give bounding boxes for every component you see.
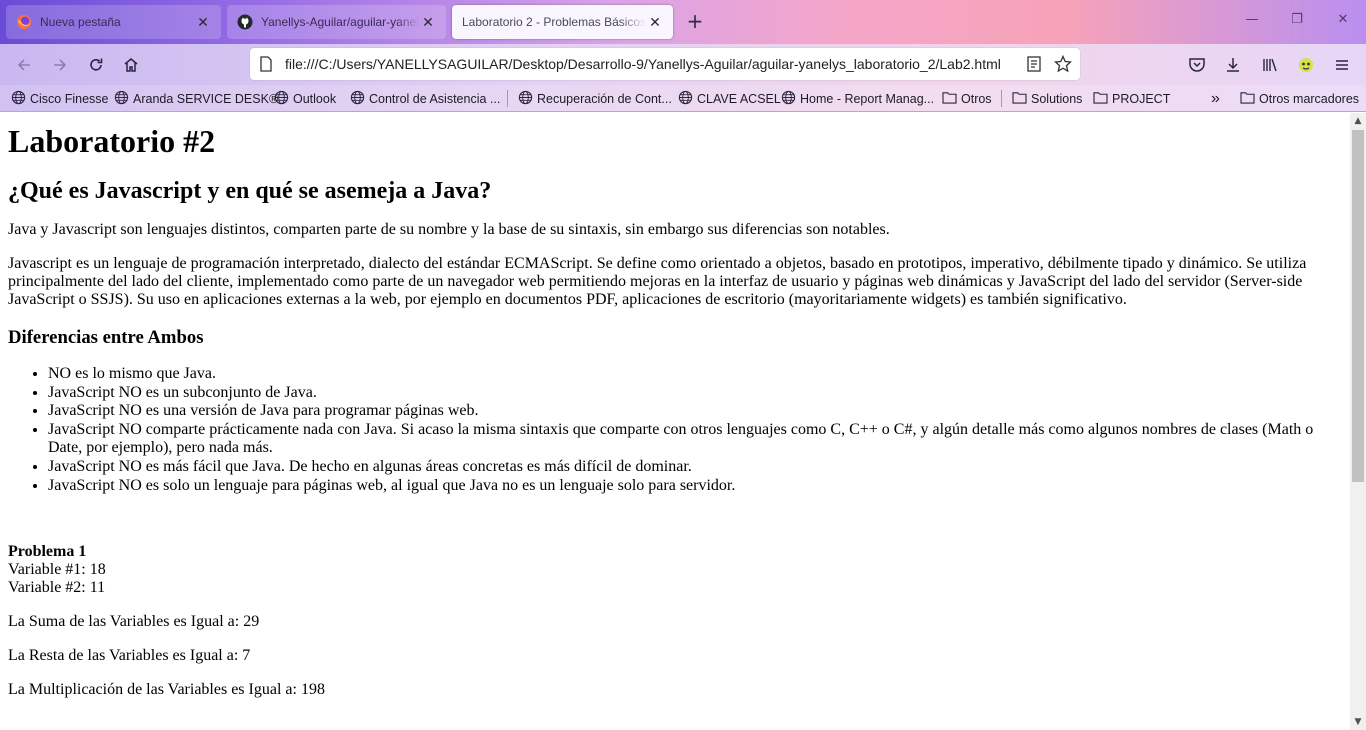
- close-icon[interactable]: ✕: [647, 14, 663, 31]
- bookmark-label: Outlook: [293, 92, 337, 106]
- tab-github[interactable]: Yanellys-Aguilar/aguilar-yanelys_laborat…: [227, 5, 446, 39]
- bookmark-label: Recuperación de Cont...: [537, 92, 672, 106]
- page-content: Laboratorio #2 ¿Qué es Javascript y en q…: [0, 113, 1350, 730]
- globe-icon: [11, 90, 26, 108]
- list-item: JavaScript NO es más fácil que Java. De …: [48, 458, 1342, 477]
- bookmark-label: Otros: [961, 92, 992, 106]
- url-text[interactable]: file:///C:/Users/YANELLYSAGUILAR/Desktop…: [285, 56, 1001, 72]
- star-icon[interactable]: [1053, 54, 1073, 77]
- restore-icon[interactable]: ❐: [1287, 12, 1307, 32]
- bookmark-cisco-finesse[interactable]: Cisco Finesse: [11, 90, 109, 108]
- variable-2: Variable #2: 11: [8, 579, 106, 597]
- chevron-double-icon: »: [1211, 90, 1220, 107]
- sum-result: La Suma de las Variables es Igual a: 29: [8, 613, 260, 631]
- tab-label: Nueva pestaña: [40, 15, 121, 29]
- bookmark-outlook[interactable]: Outlook: [274, 90, 336, 108]
- bookmark-recuperacion[interactable]: Recuperación de Cont...: [518, 90, 672, 108]
- description-paragraph: Javascript es un lenguaje de programació…: [8, 255, 1307, 308]
- list-item: JavaScript NO es un subconjunto de Java.: [48, 384, 1342, 403]
- bookmark-separator: [1001, 90, 1002, 107]
- globe-icon: [781, 90, 796, 108]
- difference-result: La Resta de las Variables es Igual a: 7: [8, 647, 251, 665]
- tab-strip: Nueva pestaña ✕ Yanellys-Aguilar/aguilar…: [0, 0, 1366, 44]
- page-icon: [259, 56, 273, 76]
- bookmark-separator: [507, 90, 508, 107]
- folder-icon: [1012, 91, 1027, 107]
- bookmarks-overflow-button[interactable]: »: [1211, 90, 1220, 108]
- bookmarks-toolbar: Cisco Finesse Aranda SERVICE DESK® Outlo…: [0, 85, 1366, 112]
- folder-icon: [1240, 91, 1255, 107]
- extension-icon[interactable]: [1294, 53, 1318, 77]
- globe-icon: [350, 90, 365, 108]
- bookmark-clave-acsel[interactable]: CLAVE ACSEL: [678, 90, 781, 108]
- home-icon[interactable]: [119, 53, 143, 77]
- list-item: JavaScript NO es una versión de Java par…: [48, 402, 1342, 421]
- scroll-down-arrow-icon[interactable]: ▼: [1350, 714, 1366, 730]
- bookmark-report-manager[interactable]: Home - Report Manag...: [781, 90, 934, 108]
- differences-list: NO es lo mismo que Java. JavaScript NO e…: [8, 365, 1342, 495]
- scroll-up-arrow-icon[interactable]: ▲: [1350, 113, 1366, 129]
- bookmark-folder-otros[interactable]: Otros: [942, 90, 992, 108]
- bookmark-folder-solutions[interactable]: Solutions: [1012, 90, 1082, 108]
- url-bar[interactable]: file:///C:/Users/YANELLYSAGUILAR/Desktop…: [250, 48, 1080, 80]
- problem-1-block: Problema 1 Variable #1: 18 Variable #2: …: [8, 543, 1342, 699]
- globe-icon: [274, 90, 289, 108]
- navigation-toolbar: file:///C:/Users/YANELLYSAGUILAR/Desktop…: [0, 44, 1366, 85]
- reader-view-icon[interactable]: [1027, 56, 1041, 76]
- globe-icon: [678, 90, 693, 108]
- list-item: JavaScript NO comparte prácticamente nad…: [48, 421, 1342, 458]
- vertical-scrollbar[interactable]: ▲ ▼: [1350, 113, 1366, 730]
- tab-label: Yanellys-Aguilar/aguilar-yanelys_laborat…: [261, 15, 420, 29]
- bookmark-label: PROJECT: [1112, 92, 1171, 106]
- bookmark-folder-otros-marcadores[interactable]: Otros marcadores: [1240, 90, 1359, 108]
- problem-title: Problema 1: [8, 543, 87, 561]
- library-icon[interactable]: [1258, 53, 1282, 77]
- download-icon[interactable]: [1221, 53, 1245, 77]
- section-heading: ¿Qué es Javascript y en qué se asemeja a…: [8, 178, 492, 204]
- bookmark-label: Aranda SERVICE DESK®: [133, 92, 279, 106]
- tab-laboratorio[interactable]: Laboratorio 2 - Problemas Básicos de Jav…: [452, 5, 673, 39]
- forward-arrow-icon[interactable]: [48, 53, 72, 77]
- tab-new-tab[interactable]: Nueva pestaña ✕: [6, 5, 221, 39]
- close-icon[interactable]: ✕: [195, 14, 211, 31]
- github-icon: [237, 14, 253, 30]
- folder-icon: [942, 91, 957, 107]
- intro-paragraph: Java y Javascript son lenguajes distinto…: [8, 221, 890, 238]
- page-title: Laboratorio #2: [8, 123, 216, 159]
- menu-icon[interactable]: [1330, 53, 1354, 77]
- list-item: JavaScript NO es solo un lenguaje para p…: [48, 477, 1342, 496]
- folder-icon: [1093, 91, 1108, 107]
- close-icon[interactable]: ✕: [420, 14, 436, 31]
- bookmark-label: Cisco Finesse: [30, 92, 109, 106]
- globe-icon: [114, 90, 129, 108]
- bookmark-control-asistencia[interactable]: Control de Asistencia ...: [350, 90, 500, 108]
- firefox-icon: [16, 14, 32, 30]
- tab-label: Laboratorio 2 - Problemas Básicos de Jav…: [462, 15, 647, 29]
- pocket-icon[interactable]: [1185, 53, 1209, 77]
- globe-icon: [518, 90, 533, 108]
- reload-icon[interactable]: [84, 53, 108, 77]
- close-window-icon[interactable]: ✕: [1333, 12, 1353, 32]
- differences-heading: Diferencias entre Ambos: [8, 327, 204, 348]
- list-item: NO es lo mismo que Java.: [48, 365, 1342, 384]
- back-arrow-icon[interactable]: [12, 53, 36, 77]
- multiplication-result: La Multiplicación de las Variables es Ig…: [8, 681, 325, 699]
- minimize-icon[interactable]: —: [1242, 12, 1262, 32]
- new-tab-button[interactable]: +: [684, 11, 706, 33]
- bookmark-label: Solutions: [1031, 92, 1083, 106]
- bookmark-label: Home - Report Manag...: [800, 92, 935, 106]
- bookmark-label: CLAVE ACSEL: [697, 92, 781, 106]
- bookmark-folder-project[interactable]: PROJECT: [1093, 90, 1170, 108]
- variable-1: Variable #1: 18: [8, 561, 106, 579]
- bookmark-aranda[interactable]: Aranda SERVICE DESK®: [114, 90, 278, 108]
- bookmark-label: Control de Asistencia ...: [369, 92, 501, 106]
- bookmark-label: Otros marcadores: [1259, 92, 1360, 106]
- scrollbar-thumb[interactable]: [1352, 130, 1364, 482]
